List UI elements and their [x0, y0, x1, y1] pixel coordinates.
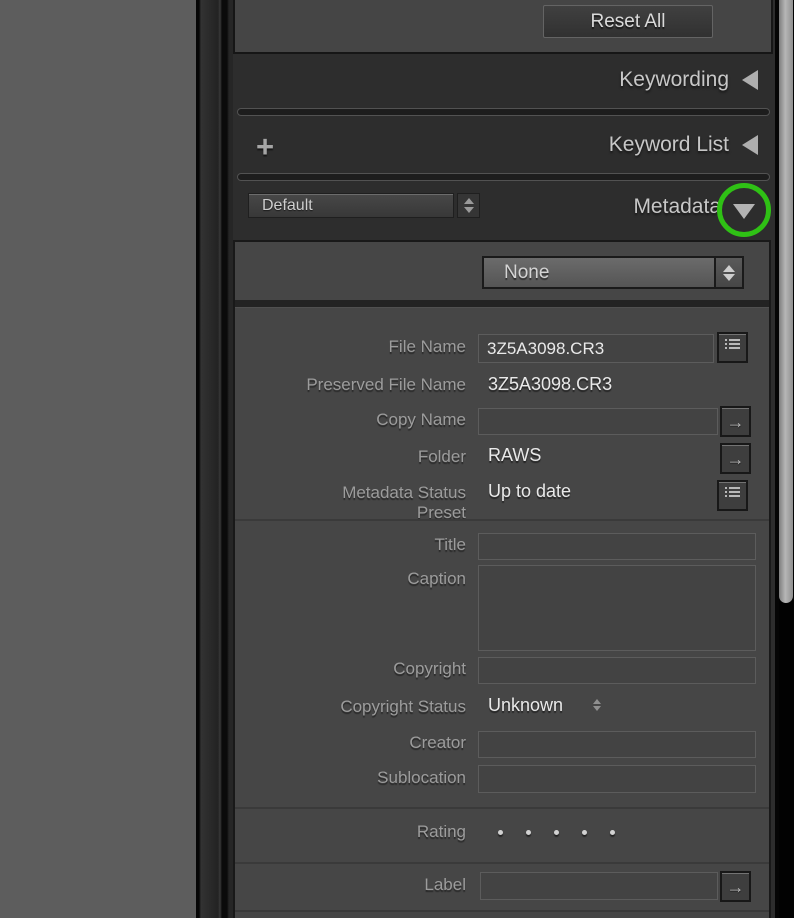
rating-dot[interactable] — [582, 830, 587, 835]
copyright-status-label: Copyright Status — [235, 697, 466, 717]
keywording-panel-header[interactable]: Keywording — [233, 52, 775, 108]
metadata-status-action-button[interactable] — [717, 480, 748, 511]
scrollbar-thumb[interactable] — [779, 0, 793, 603]
right-panel: Reset All Keywording + Keyword List Defa… — [233, 0, 775, 918]
metadata-body: Preset None File Name — [233, 240, 771, 918]
group-divider — [235, 910, 769, 912]
preset-dropdown-spinner[interactable] — [714, 258, 742, 287]
rating-dot[interactable] — [498, 830, 503, 835]
rating-dot[interactable] — [610, 830, 615, 835]
file-name-field[interactable] — [478, 334, 714, 363]
left-triangle-icon[interactable] — [742, 135, 758, 155]
copyright-status-value[interactable]: Unknown — [488, 695, 563, 716]
right-arrow-icon: → — [727, 413, 745, 431]
copy-name-action-button[interactable]: → — [720, 406, 751, 437]
left-triangle-icon[interactable] — [742, 70, 758, 90]
creator-field[interactable] — [478, 731, 756, 758]
metadata-view-selector-spinner[interactable] — [457, 193, 480, 218]
folder-action-button[interactable]: → — [720, 443, 751, 474]
metadata-status-label: Metadata Status — [235, 483, 466, 503]
folder-value: RAWS — [488, 445, 541, 466]
copyright-label: Copyright — [235, 659, 466, 679]
rating-dot[interactable] — [554, 830, 559, 835]
list-icon — [724, 338, 741, 357]
lightroom-right-panel-screenshot: Reset All Keywording + Keyword List Defa… — [0, 0, 794, 918]
rating-dot[interactable] — [526, 830, 531, 835]
label-action-button[interactable]: → — [720, 871, 751, 902]
keyword-list-panel-header[interactable]: Keyword List — [233, 116, 775, 173]
down-triangle-icon — [593, 706, 601, 711]
copy-name-label: Copy Name — [235, 410, 466, 430]
group-divider — [235, 807, 769, 809]
panel-divider — [237, 173, 770, 181]
caption-label: Caption — [235, 569, 466, 589]
metadata-view-selector[interactable]: Default — [248, 193, 454, 218]
up-triangle-icon — [464, 198, 474, 204]
right-arrow-icon: → — [727, 878, 745, 896]
keywording-title: Keywording — [619, 68, 729, 92]
photo-area-background — [0, 0, 196, 918]
label-field-label: Label — [235, 875, 466, 895]
caption-field[interactable] — [478, 565, 756, 651]
keyword-list-title: Keyword List — [609, 133, 729, 157]
panel-edge-gutter — [196, 0, 233, 918]
preset-value: None — [484, 262, 714, 284]
group-divider — [235, 519, 769, 521]
panel-scrollbar[interactable] — [779, 0, 794, 918]
file-name-action-button[interactable] — [717, 332, 748, 363]
label-field[interactable] — [480, 872, 718, 900]
down-triangle-icon — [464, 207, 474, 213]
preset-dropdown[interactable]: None — [482, 256, 744, 289]
title-field[interactable] — [478, 533, 756, 560]
group-divider — [235, 862, 769, 864]
metadata-status-value: Up to date — [488, 481, 571, 502]
panel-divider — [237, 108, 770, 116]
title-label: Title — [235, 535, 466, 555]
copy-name-field[interactable] — [478, 408, 718, 435]
rating-label: Rating — [235, 822, 466, 842]
file-name-label: File Name — [235, 337, 466, 357]
annotation-green-circle — [717, 183, 771, 237]
previous-panel-bottom-section: Reset All — [233, 0, 773, 54]
sublocation-field[interactable] — [478, 765, 756, 793]
sublocation-label: Sublocation — [235, 768, 466, 788]
metadata-panel-title[interactable]: Metadata — [633, 195, 721, 219]
folder-label: Folder — [235, 447, 466, 467]
list-icon — [724, 486, 741, 505]
preserved-file-name-value: 3Z5A3098.CR3 — [488, 374, 612, 395]
preserved-file-name-label: Preserved File Name — [235, 375, 466, 395]
section-separator — [235, 300, 769, 307]
reset-all-button[interactable]: Reset All — [543, 5, 713, 38]
right-arrow-icon: → — [727, 450, 745, 468]
copyright-field[interactable] — [478, 657, 756, 684]
up-triangle-icon — [593, 699, 601, 704]
up-triangle-icon — [723, 265, 735, 272]
copyright-status-spinner[interactable] — [593, 699, 601, 711]
creator-label: Creator — [235, 733, 466, 753]
down-triangle-icon — [723, 274, 735, 281]
